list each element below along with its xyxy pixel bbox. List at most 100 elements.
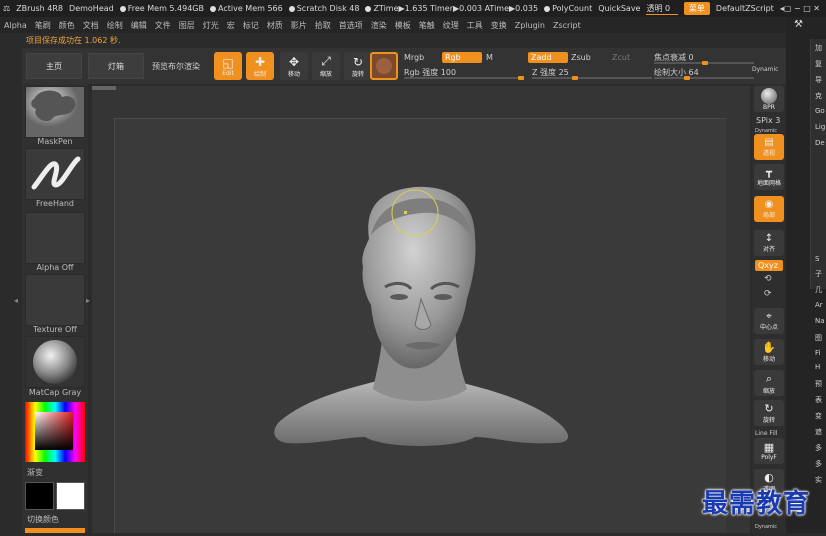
transparency-slider[interactable]: 透明 0 [646, 3, 678, 15]
tray-item[interactable]: 克 [815, 91, 822, 101]
tray-item[interactable]: 多 [815, 459, 822, 469]
polyf-button[interactable]: ▦ PolyF [754, 438, 784, 464]
window-controls-icon[interactable]: ◂▢ − □ ✕ [780, 4, 820, 13]
menu-item[interactable]: 颜色 [59, 20, 75, 31]
menu-item[interactable]: Zscript [553, 21, 581, 30]
menu-item[interactable]: 文档 [83, 20, 99, 31]
tray-item[interactable]: S [815, 255, 819, 263]
menu-item[interactable]: 拾取 [315, 20, 331, 31]
right-collapse-arrow-icon[interactable]: ▸ [86, 296, 90, 305]
tray-item[interactable]: 预 [815, 379, 822, 389]
tray-item[interactable]: 子 [815, 269, 822, 279]
stroke-selector[interactable] [25, 148, 85, 200]
zoom-view-button[interactable]: ⌕ 缩放 [754, 370, 784, 396]
move-button[interactable]: ✥ 移动 [280, 52, 308, 80]
brush-selector[interactable] [25, 86, 85, 138]
tray-item[interactable]: 表 [815, 395, 822, 405]
zsub-toggle[interactable]: Zsub [571, 53, 591, 62]
m-toggle[interactable]: M [486, 53, 493, 62]
menu-button[interactable]: 菜单 [683, 2, 710, 15]
tray-item[interactable]: De [815, 139, 825, 147]
menu-item[interactable]: 灯光 [203, 20, 219, 31]
menu-item[interactable]: Zplugin [515, 21, 545, 30]
menu-item[interactable]: 文件 [155, 20, 171, 31]
tray-item[interactable]: Lig [815, 123, 825, 131]
tray-item[interactable]: H [815, 363, 820, 371]
scale-button[interactable]: ⤢ 缩放 [312, 52, 340, 80]
frame-button[interactable]: ↕ 对齐 [754, 230, 784, 256]
menu-item[interactable]: 绘制 [107, 20, 123, 31]
document-canvas[interactable] [114, 118, 726, 533]
rotate-button[interactable]: ↻ 旋转 [344, 52, 372, 80]
dynamic-bottom-label[interactable]: Dynamic [755, 524, 777, 530]
rotate-view-button[interactable]: ↻ 旋转 [754, 400, 784, 426]
scroll-handle[interactable] [92, 86, 116, 90]
material-selector[interactable] [25, 336, 85, 388]
z-intensity-slider[interactable]: Z 强度 25 [532, 67, 652, 80]
texture-selector[interactable] [25, 274, 85, 326]
alpha-selector[interactable] [25, 212, 85, 264]
gradient-label[interactable]: 渐变 [27, 467, 93, 478]
tray-item[interactable]: Go [815, 107, 825, 115]
menu-item[interactable]: 标记 [243, 20, 259, 31]
linefill-label[interactable]: Line Fill [755, 430, 777, 437]
tray-item[interactable]: Na [815, 317, 825, 325]
color-picker-box[interactable] [35, 412, 73, 450]
left-collapse-arrow-icon[interactable]: ◂ [14, 296, 18, 305]
menu-item[interactable]: 工具 [467, 20, 483, 31]
spix-slider[interactable]: SPix 3 [756, 116, 780, 125]
tray-item[interactable]: 导 [815, 75, 822, 85]
tray-item[interactable]: 复 [815, 59, 822, 69]
rgb-intensity-slider[interactable]: Rgb 强度 100 [404, 67, 524, 80]
menu-item[interactable]: 变换 [491, 20, 507, 31]
tray-item[interactable]: Fi [815, 349, 820, 357]
edit-button[interactable]: ◱ Edit [214, 52, 242, 80]
rgb-toggle[interactable]: Rgb [442, 52, 482, 63]
switch-color-button[interactable]: 切换颜色 [27, 514, 93, 525]
menu-item[interactable]: 纹理 [443, 20, 459, 31]
zadd-toggle[interactable]: Zadd [528, 52, 568, 63]
dynamic-toggle[interactable]: Dynamic [752, 66, 778, 73]
menu-item[interactable]: 模板 [395, 20, 411, 31]
floor-button[interactable]: ┳ 地面网格 [754, 164, 784, 190]
tray-item[interactable]: Ar [815, 301, 823, 309]
tray-item[interactable]: 多 [815, 443, 822, 453]
home-button[interactable]: 主页 [26, 53, 82, 79]
bpr-preview-button[interactable]: 预览布尔渲染 [152, 61, 200, 72]
main-color-swatch[interactable] [25, 482, 54, 510]
lightbox-button[interactable]: 灯箱 [88, 53, 144, 79]
tray-item[interactable]: 变 [815, 411, 822, 421]
brush-tool-icon[interactable]: ⚒ [794, 19, 803, 30]
rotate-y-icon[interactable]: ⟲ [764, 274, 772, 284]
menu-item[interactable]: 渲染 [371, 20, 387, 31]
menu-item[interactable]: 编辑 [131, 20, 147, 31]
focal-shift-slider[interactable]: 焦点衰减 0 [654, 52, 754, 65]
menu-item[interactable]: Alpha [4, 21, 27, 30]
secondary-color-swatch[interactable] [56, 482, 85, 510]
menu-item[interactable]: 首选项 [339, 20, 363, 31]
tray-item[interactable]: 几 [815, 285, 822, 295]
mrgb-toggle[interactable]: Mrgb [404, 53, 424, 62]
bpr-button[interactable]: BPR [754, 86, 784, 112]
menu-item[interactable]: 笔触 [419, 20, 435, 31]
local-button[interactable]: ◉ 局部 [754, 196, 784, 222]
tray-item[interactable]: 图 [815, 333, 822, 343]
move-view-button[interactable]: ✋ 移动 [754, 339, 784, 365]
color-picker[interactable] [25, 402, 85, 462]
menu-item[interactable]: 图层 [179, 20, 195, 31]
menu-item[interactable]: 笔刷 [35, 20, 51, 31]
menu-item[interactable]: 材质 [267, 20, 283, 31]
tray-item[interactable]: 实 [815, 475, 822, 485]
xyz-toggle[interactable]: Qxyz [755, 260, 783, 271]
persp-button[interactable]: ▤ 透视 [754, 134, 784, 160]
default-script[interactable]: DefaultZScript [716, 4, 774, 13]
center-button[interactable]: ⌖ 中心点 [754, 308, 784, 334]
zcut-toggle[interactable]: Zcut [612, 53, 630, 62]
draw-button[interactable]: ✚ 绘制 [246, 52, 274, 80]
menu-item[interactable]: 影片 [291, 20, 307, 31]
tray-item[interactable]: 加 [815, 43, 822, 53]
draw-size-slider[interactable]: 绘制大小 64 [654, 67, 754, 80]
quicksave-button[interactable]: QuickSave [598, 4, 640, 13]
material-swatch[interactable] [370, 52, 398, 80]
tray-item[interactable]: 遮 [815, 427, 822, 437]
